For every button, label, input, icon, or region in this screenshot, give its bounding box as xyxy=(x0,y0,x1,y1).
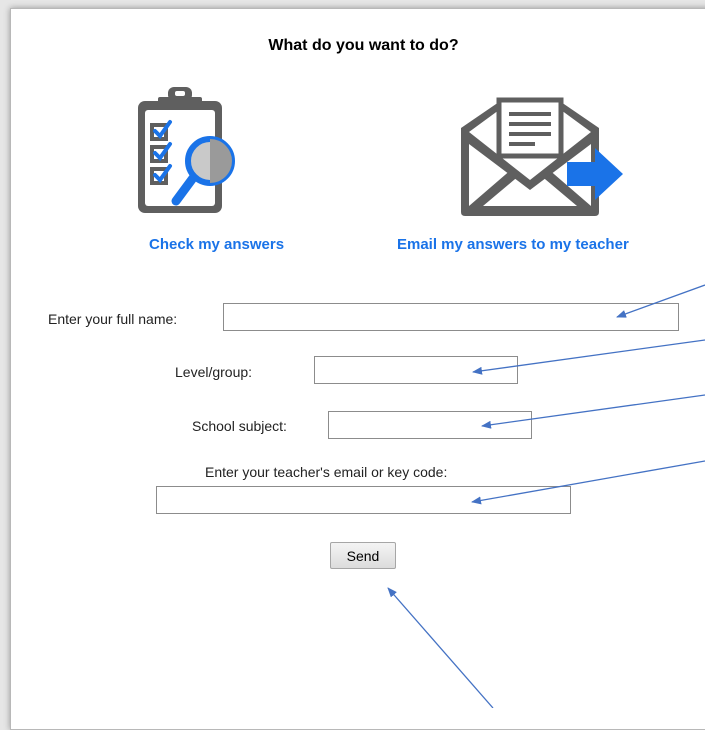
level-group-input[interactable] xyxy=(314,356,518,384)
email-answers-option[interactable] xyxy=(455,88,630,223)
teacher-email-input[interactable] xyxy=(156,486,571,514)
check-answers-option[interactable] xyxy=(132,85,242,225)
page-title: What do you want to do? xyxy=(268,37,459,54)
email-answers-link[interactable]: Email my answers to my teacher xyxy=(397,236,629,253)
check-answers-link[interactable]: Check my answers xyxy=(149,236,284,253)
full-name-input[interactable] xyxy=(223,303,679,331)
level-group-label: Level/group: xyxy=(175,364,253,380)
school-subject-input[interactable] xyxy=(328,411,532,439)
clipboard-checklist-magnifier-icon xyxy=(138,87,235,213)
envelope-send-icon xyxy=(461,88,623,216)
send-button[interactable]: Send xyxy=(330,542,396,569)
teacher-email-label: Enter your teacher's email or key code: xyxy=(205,464,448,480)
full-name-label: Enter your full name: xyxy=(48,311,178,327)
school-subject-label: School subject: xyxy=(192,418,287,434)
